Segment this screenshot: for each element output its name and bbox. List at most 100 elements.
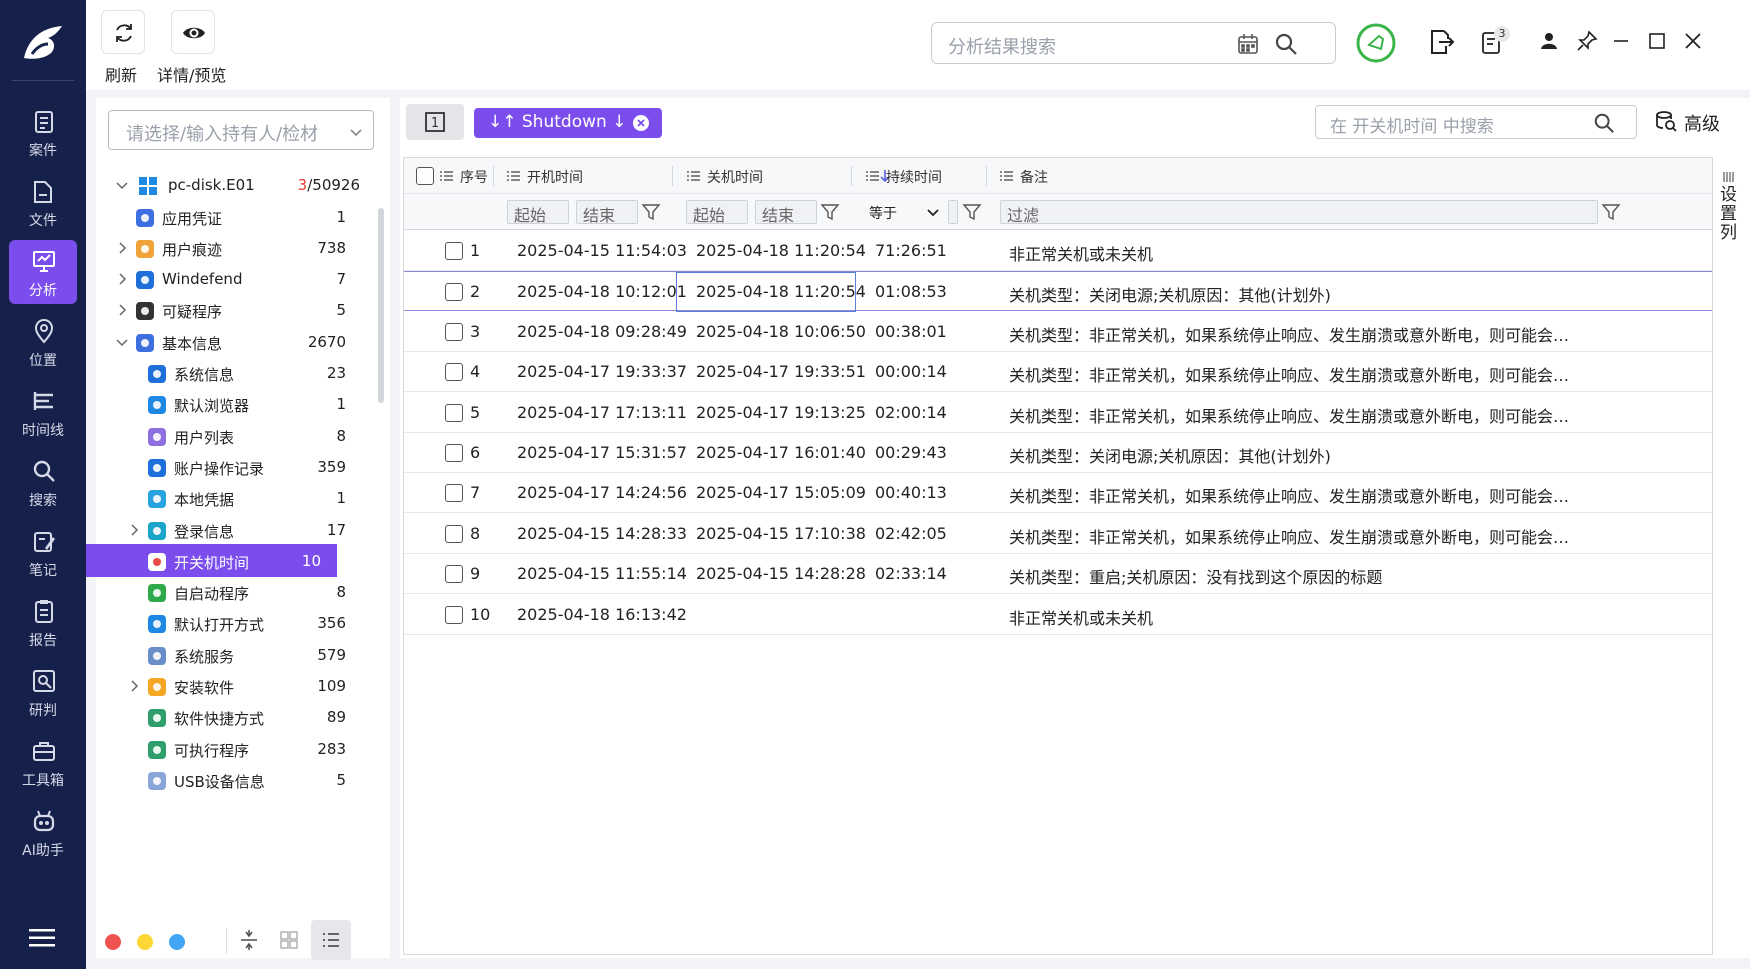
row-duration[interactable]: 71:26:51 <box>875 241 947 260</box>
nav-item-1[interactable]: 文件 <box>9 170 77 234</box>
table-row[interactable]: 3 2025-04-18 09:28:49 2025-04-18 10:06:50 0… <box>404 312 1712 352</box>
column-divider[interactable] <box>672 166 673 186</box>
row-end-time[interactable]: 2025-04-15 17:10:38 <box>696 524 866 543</box>
row-checkbox[interactable] <box>445 363 463 382</box>
column-menu-icon[interactable] <box>440 170 453 182</box>
search-icon[interactable] <box>1274 32 1298 56</box>
list-view-button[interactable] <box>311 920 351 960</box>
row-note[interactable]: 关机类型：非正常关机，如果系统停止响应、发生崩溃或意外断电，则可能会导致该类型关… <box>1009 322 1572 346</box>
table-row[interactable]: 2 2025-04-18 10:12:01 2025-04-18 11:20:54 0… <box>404 271 1712 313</box>
analysis-search-input[interactable]: 分析结果搜索 <box>931 22 1336 64</box>
collapse-all-button[interactable] <box>231 922 267 958</box>
row-end-time[interactable]: 2025-04-18 11:20:54 <box>696 241 866 260</box>
preview-button[interactable] <box>171 10 215 54</box>
row-start-time[interactable]: 2025-04-15 11:54:03 <box>517 241 687 260</box>
tree-item-2[interactable]: Windefend 7 <box>96 262 376 297</box>
row-duration[interactable]: 00:40:13 <box>875 483 947 502</box>
column-divider[interactable] <box>493 166 494 186</box>
tree-item-13[interactable]: 默认打开方式 356 <box>96 606 376 641</box>
table-row[interactable]: 7 2025-04-17 14:24:56 2025-04-17 15:05:09 0… <box>404 473 1712 514</box>
tree-item-0[interactable]: 应用凭证 1 <box>96 200 376 235</box>
row-end-time[interactable]: 2025-04-15 14:28:28 <box>696 564 866 583</box>
row-note[interactable]: 关机类型：关闭电源;关机原因：其他(计划外) <box>1009 443 1572 467</box>
yellow-dot[interactable] <box>137 934 153 950</box>
nav-item-8[interactable]: 研判 <box>9 660 77 724</box>
tree-item-6[interactable]: 默认浏览器 1 <box>96 387 376 422</box>
tree-item-5[interactable]: 系统信息 23 <box>96 356 376 391</box>
chevron-right-icon[interactable] <box>116 304 128 316</box>
filter-icon[interactable] <box>820 202 840 222</box>
row-start-time[interactable]: 2025-04-18 10:12:01 <box>517 282 687 301</box>
export-icon[interactable] <box>1427 28 1455 56</box>
tree-item-17[interactable]: 可执行程序 283 <box>96 732 376 767</box>
row-duration[interactable]: 00:29:43 <box>875 443 947 462</box>
tree-item-15[interactable]: 安装软件 109 <box>96 669 376 704</box>
tree-item-11[interactable]: 开关机时间 10 <box>86 543 337 577</box>
row-checkbox[interactable] <box>445 444 463 462</box>
minimize-icon[interactable] <box>1612 32 1630 50</box>
table-row[interactable]: 5 2025-04-17 17:13:11 2025-04-17 19:13:25 0… <box>404 393 1712 433</box>
chevron-right-icon[interactable] <box>128 680 140 692</box>
tree-item-9[interactable]: 本地凭据 1 <box>96 481 376 516</box>
row-end-time[interactable]: 2025-04-17 16:01:40 <box>696 443 866 462</box>
tree-item-8[interactable]: 账户操作记录 359 <box>96 450 376 485</box>
row-note[interactable]: 非正常关机或未关机 <box>1009 241 1572 265</box>
nav-item-5[interactable]: 搜索 <box>9 450 77 514</box>
row-end-time[interactable]: 2025-04-18 10:06:50 <box>696 322 866 341</box>
tree-item-12[interactable]: 自启动程序 8 <box>96 575 376 610</box>
menu-icon[interactable] <box>29 928 55 948</box>
row-duration[interactable]: 02:33:14 <box>875 564 947 583</box>
row-start-time[interactable]: 2025-04-18 09:28:49 <box>517 322 687 341</box>
tree-item-16[interactable]: 软件快捷方式 89 <box>96 700 376 735</box>
tree-item-18[interactable]: USB设备信息 5 <box>96 763 376 798</box>
row-checkbox[interactable] <box>445 403 463 422</box>
row-duration[interactable]: 02:42:05 <box>875 524 947 543</box>
tree-item-4[interactable]: 基本信息 2670 <box>96 325 376 360</box>
row-start-time[interactable]: 2025-04-17 15:31:57 <box>517 443 687 462</box>
end-to-filter[interactable]: 结束 <box>755 200 817 225</box>
tree-root-disk[interactable]: pc-disk.E01 3/50926 <box>96 168 376 203</box>
start-from-filter[interactable]: 起始 <box>507 200 569 225</box>
user-icon[interactable] <box>1538 30 1560 52</box>
pin-icon[interactable] <box>1576 30 1598 52</box>
table-row[interactable]: 8 2025-04-15 14:28:33 2025-04-15 17:10:38 0… <box>404 514 1712 554</box>
row-start-time[interactable]: 2025-04-17 19:33:37 <box>517 362 687 381</box>
tab-1[interactable]: 1 <box>406 104 464 140</box>
nav-item-9[interactable]: 工具箱 <box>9 730 77 794</box>
row-note[interactable]: 关机类型：关闭电源;关机原因：其他(计划外) <box>1009 282 1572 306</box>
row-end-time[interactable]: 2025-04-17 15:05:09 <box>696 483 866 502</box>
nav-item-6[interactable]: 笔记 <box>9 520 77 584</box>
start-to-filter[interactable]: 结束 <box>576 200 638 225</box>
duration-operator-select[interactable]: 等于 <box>869 200 945 224</box>
status-ring-icon[interactable] <box>1355 22 1397 64</box>
row-duration[interactable]: 00:00:14 <box>875 362 947 381</box>
chevron-right-icon[interactable] <box>116 273 128 285</box>
holder-select[interactable]: 请选择/输入持有人/检材 <box>108 110 374 150</box>
nav-item-2[interactable]: 分析 <box>9 240 77 304</box>
row-checkbox[interactable] <box>445 322 463 341</box>
nav-item-10[interactable]: AI助手 <box>9 800 77 864</box>
row-start-time[interactable]: 2025-04-15 14:28:33 <box>517 524 687 543</box>
row-start-time[interactable]: 2025-04-17 17:13:11 <box>517 403 687 422</box>
close-circle-icon[interactable] <box>632 114 650 132</box>
filter-icon[interactable] <box>962 202 982 222</box>
row-start-time[interactable]: 2025-04-17 14:24:56 <box>517 483 687 502</box>
row-end-time[interactable]: 2025-04-17 19:13:25 <box>696 403 866 422</box>
nav-item-3[interactable]: 位置 <box>9 310 77 374</box>
chevron-down-icon[interactable] <box>116 179 128 191</box>
chevron-right-icon[interactable] <box>116 242 128 254</box>
row-checkbox[interactable] <box>445 484 463 503</box>
tree-item-7[interactable]: 用户列表 8 <box>96 419 376 454</box>
row-duration[interactable]: 02:00:14 <box>875 403 947 422</box>
column-menu-icon[interactable] <box>507 170 520 182</box>
search-icon[interactable] <box>1593 112 1615 134</box>
filter-icon[interactable] <box>1601 202 1621 222</box>
row-checkbox[interactable] <box>445 605 463 624</box>
column-menu-icon[interactable] <box>687 170 700 182</box>
nav-item-4[interactable]: 时间线 <box>9 380 77 444</box>
row-note[interactable]: 关机类型：非正常关机，如果系统停止响应、发生崩溃或意外断电，则可能会导致该类型关… <box>1009 483 1572 507</box>
column-menu-icon[interactable] <box>1000 170 1013 182</box>
table-row[interactable]: 4 2025-04-17 19:33:37 2025-04-17 19:33:51 0… <box>404 352 1712 393</box>
column-divider[interactable] <box>986 166 987 186</box>
nav-item-0[interactable]: 案件 <box>9 100 77 164</box>
